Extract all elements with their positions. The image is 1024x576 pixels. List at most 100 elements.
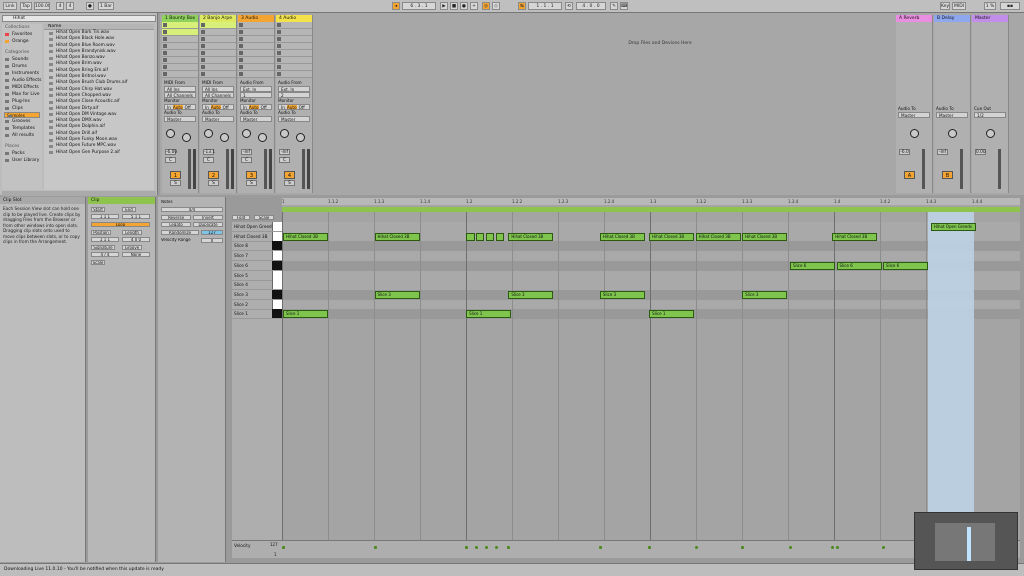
midi-note[interactable]: Slice 1 [466, 310, 512, 319]
play-icon[interactable]: ▶ [440, 2, 448, 10]
midi-note[interactable]: Hihat Closed 3B [599, 232, 645, 241]
category-clips[interactable]: Clips [2, 105, 42, 112]
return-activator-button[interactable]: A [904, 171, 915, 179]
send-b-knob[interactable] [296, 133, 305, 142]
key-row[interactable]: Hihat Closed 3B [232, 231, 282, 242]
key-row[interactable]: Slice 5 [232, 270, 282, 281]
collection-favorites[interactable]: Favorites [2, 31, 42, 38]
piano-key[interactable] [272, 309, 282, 319]
follow-icon[interactable]: ◂ [392, 2, 400, 10]
key-row[interactable]: Slice 6 [232, 260, 282, 271]
send-a-knob[interactable] [204, 129, 213, 138]
velocity-marker[interactable] [282, 546, 285, 549]
clip-slot[interactable] [276, 22, 312, 29]
pan-field[interactable]: C [203, 157, 214, 163]
return-volume-fader[interactable] [960, 149, 963, 189]
piano-key[interactable] [272, 299, 282, 309]
piano-key[interactable] [272, 251, 282, 261]
return-title[interactable]: Master [972, 15, 1008, 22]
song-position-field[interactable]: 6 . 3 . 1 [402, 2, 436, 10]
clip-slot[interactable] [238, 22, 274, 29]
velocity-marker[interactable] [494, 546, 498, 549]
return-volume-fader[interactable] [998, 149, 1001, 189]
collection-orange[interactable]: Orange [2, 38, 42, 45]
velocity-marker[interactable] [507, 546, 511, 549]
fold-button[interactable]: Fold [232, 215, 250, 220]
output-select[interactable]: Master [278, 116, 310, 122]
output-select[interactable]: Master [202, 116, 234, 122]
reverse-button[interactable]: Reverse [161, 215, 191, 220]
clip-slot[interactable] [276, 43, 312, 50]
return-volume-field[interactable]: -6.0 [899, 149, 910, 155]
key-row[interactable]: Slice 8 [232, 241, 282, 252]
legato-button[interactable]: Legato [161, 222, 191, 227]
send-a-knob[interactable] [166, 129, 175, 138]
midi-note[interactable]: Hihat Closed 3B [508, 232, 554, 241]
key-row[interactable]: Slice 3 [232, 289, 282, 300]
clip-start-field[interactable]: 1 1 1 [91, 214, 119, 219]
note-lane[interactable] [282, 251, 1020, 262]
category-all-results[interactable]: All results [2, 132, 42, 139]
velocity-marker[interactable] [598, 546, 602, 549]
clip-slot[interactable] [162, 64, 198, 71]
browser-preview-bar[interactable] [2, 191, 156, 196]
velocity-marker[interactable] [789, 546, 793, 549]
midi-note[interactable]: Hihat Open Greeds [930, 223, 976, 231]
automation-arm-icon[interactable]: ◎ [482, 2, 490, 10]
return-title[interactable]: A Reverb [896, 15, 932, 22]
quantization-select[interactable]: 1 Bar [98, 2, 114, 10]
category-drums[interactable]: Drums [2, 63, 42, 70]
midi-note[interactable]: Slice 3 [742, 290, 788, 299]
return-send-knob[interactable] [986, 129, 995, 138]
overview-thumbnail[interactable] [914, 512, 1018, 570]
randomize-amount-field[interactable]: 127 [201, 230, 223, 235]
clip-slot[interactable] [238, 43, 274, 50]
midi-note[interactable]: Hihat Closed 3B [283, 232, 329, 241]
track-activator-button[interactable]: 1 [170, 171, 181, 179]
clip-slot[interactable] [276, 29, 312, 36]
invert-button[interactable]: Invert [193, 215, 223, 220]
midi-note[interactable]: Slice 3 [374, 290, 420, 299]
return-output-select[interactable]: Master [936, 112, 968, 118]
volume-field[interactable]: -Inf [241, 149, 252, 155]
midi-note[interactable]: Slice 1 [283, 310, 329, 319]
note-lane[interactable] [282, 299, 1020, 310]
loop-brace[interactable] [282, 207, 1020, 212]
midi-note[interactable]: Hihat Closed 3B [742, 232, 788, 241]
pan-field[interactable]: C [279, 157, 290, 163]
category-plug-ins[interactable]: Plug-Ins [2, 98, 42, 105]
capture-icon[interactable]: ◇ [492, 2, 500, 10]
clip-slot[interactable] [276, 64, 312, 71]
category-audio-effects[interactable]: Audio Effects [2, 77, 42, 84]
stop-icon[interactable]: ■ [450, 2, 458, 10]
midi-note[interactable]: Hihat Closed 3B [832, 232, 878, 241]
track-title[interactable]: 4 Audio [276, 15, 312, 22]
loop-icon[interactable]: ⟲ [565, 2, 573, 10]
clip-length-field[interactable]: 4 0 0 [122, 237, 150, 242]
browser-search-input[interactable]: Hihat [2, 15, 156, 22]
piano-key[interactable] [272, 260, 282, 270]
draw-mode-icon[interactable]: ✎ [610, 2, 618, 10]
clip-slot[interactable] [162, 57, 198, 64]
clip-scale-button[interactable]: Scale [91, 260, 105, 265]
clip-end-field[interactable]: 5 1 1 [122, 214, 150, 219]
piano-key[interactable] [272, 241, 282, 251]
category-max-for-live[interactable]: Max for Live [2, 91, 42, 98]
return-title[interactable]: B Delay [934, 15, 970, 22]
duplicate-button[interactable]: Duplicate [193, 222, 223, 227]
velocity-lane[interactable]: Velocity 127 1 [232, 540, 1020, 558]
midi-note[interactable]: Hihat Closed 3B [374, 232, 420, 241]
key-row[interactable]: Slice 2 [232, 299, 282, 310]
track-activator-button[interactable]: 2 [208, 171, 219, 179]
place-user-library[interactable]: User Library [2, 157, 42, 164]
midi-note[interactable]: Slice 6 [836, 261, 882, 270]
midi-note[interactable]: Hihat Closed 3B [649, 232, 695, 241]
return-volume-fader[interactable] [922, 149, 925, 189]
category-templates[interactable]: Templates [2, 125, 42, 132]
clip-slot[interactable] [276, 36, 312, 43]
clip-slot[interactable] [238, 29, 274, 36]
clip-slot[interactable] [162, 36, 198, 43]
volume-field[interactable]: -Inf [279, 149, 290, 155]
clip-slot[interactable] [162, 29, 198, 36]
clip-slot[interactable] [200, 36, 236, 43]
